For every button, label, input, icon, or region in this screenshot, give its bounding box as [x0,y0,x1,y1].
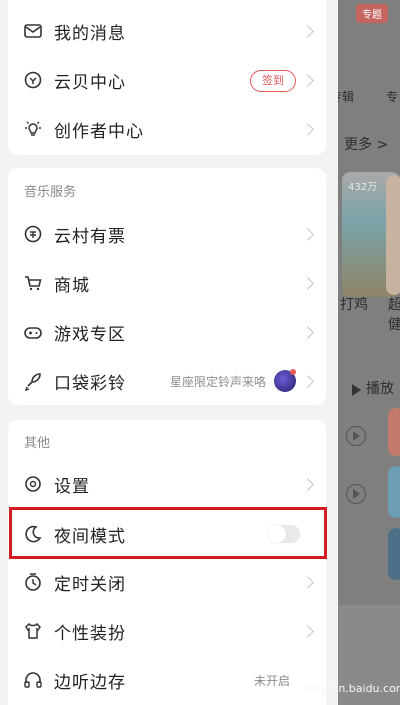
gamepad-icon [24,327,42,339]
bg-song-cover [388,528,400,580]
notification-dot [290,369,296,375]
menu-item-label: 定时关闭 [54,574,126,595]
menu-item-label: 设置 [54,476,90,497]
chevron-right-icon [301,276,314,290]
menu-item-label: 口袋彩铃 [54,373,126,394]
menu-item-label: 云村有票 [54,226,126,247]
bg-song-title-3: 健 [388,317,400,333]
coin-icon [24,71,42,89]
menu-item-messages[interactable]: 我的消息 [8,7,326,55]
bg-tag-special: 专题 [356,4,388,23]
chevron-right-icon [301,477,314,491]
menu-item-mall[interactable]: 商城 [8,259,326,307]
menu-item-ringtone[interactable]: 口袋彩铃 星座限定铃声来咯 [8,357,326,405]
chevron-right-icon [301,624,314,638]
chevron-right-icon [301,575,314,589]
menu-item-label: 商城 [54,275,90,296]
menu-item-listen-save[interactable]: 边听边存 未开启 [8,656,326,704]
section-title: 其他 [24,436,51,451]
section-title: 音乐服务 [24,185,77,200]
menu-item-settings[interactable]: 设置 [8,460,326,508]
bg-play-label[interactable]: 播放 [366,378,394,398]
chevron-right-icon [301,227,314,241]
watermark-url: jingyan.baidu.com [305,682,400,695]
rocket-icon [24,373,41,392]
headphones-icon [24,672,42,688]
menu-card-other: 其他 设置 夜间模式 定时关闭 个性装扮 边听边存 未开启 [8,420,326,705]
menu-card-music-services: 音乐服务 云村有票 商城 游戏专区 口袋彩铃 星座限定铃声来咯 [8,168,326,405]
chevron-right-icon [301,24,314,38]
bg-playlist-thumb-2[interactable] [386,175,400,295]
lightbulb-icon [25,121,41,136]
ticket-icon [24,225,42,243]
play-icon [352,384,361,396]
gear-icon [25,476,41,492]
ringtone-promo-text: 星座限定铃声来咯 [169,374,266,389]
menu-item-label: 云贝中心 [54,72,126,93]
menu-item-label: 边听边存 [54,672,126,693]
tshirt-icon [25,622,41,639]
highlight-annotation [9,507,327,559]
play-circle-icon[interactable] [346,484,366,504]
play-circle-icon[interactable] [346,426,366,446]
menu-item-timer[interactable]: 定时关闭 [8,558,326,606]
bg-song-title-1: 打鸡 [340,297,368,313]
chevron-right-icon [301,374,314,388]
bg-more-link[interactable]: 更多 > [344,134,388,154]
menu-item-label: 游戏专区 [54,324,126,345]
bg-song-cover [388,466,400,518]
menu-item-theme[interactable]: 个性装扮 [8,607,326,655]
menu-item-yunbei[interactable]: 云贝中心 签到 [8,56,326,104]
menu-item-games[interactable]: 游戏专区 [8,308,326,356]
menu-item-label: 我的消息 [54,23,126,44]
side-drawer: 我的消息 云贝中心 签到 创作者中心 音乐服务 云村有票 商城 游戏专区 口袋彩… [0,0,338,705]
mail-icon [24,24,42,38]
menu-card-account: 我的消息 云贝中心 签到 创作者中心 [8,0,326,155]
chevron-right-icon [301,122,314,136]
menu-item-creator[interactable]: 创作者中心 [8,105,326,153]
chevron-right-icon [301,73,314,87]
bg-play-count: 432万 [348,182,378,193]
bg-song-cover [388,408,400,456]
menu-item-tickets[interactable]: 云村有票 [8,210,326,258]
bg-song-title-2: 超 [388,297,400,313]
cart-icon [25,276,42,291]
menu-item-label: 个性装扮 [54,623,126,644]
signin-button[interactable]: 签到 [250,70,296,92]
timer-icon [25,573,41,591]
watermark-logo: 经验 [285,657,318,676]
menu-item-label: 创作者中心 [54,121,144,142]
chevron-right-icon [301,325,314,339]
bg-label-3: 专 [386,90,399,104]
